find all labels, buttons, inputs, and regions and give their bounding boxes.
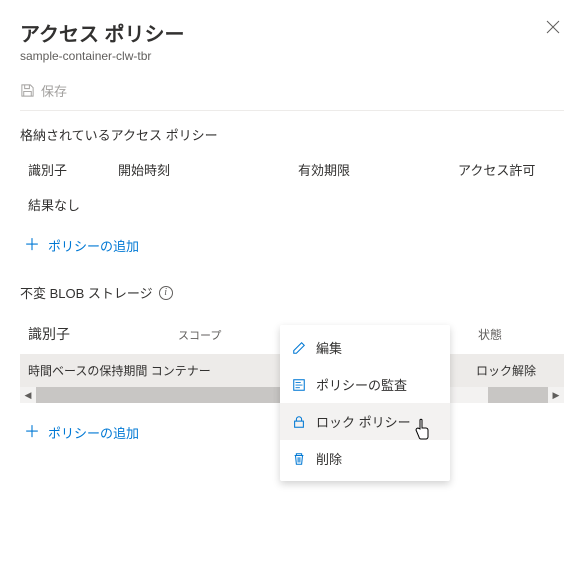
col-start-time: 開始時刻 [118, 160, 298, 179]
stored-policies-columns: 識別子 開始時刻 有効期限 アクセス許可 [20, 154, 564, 185]
context-menu: 編集 ポリシーの監査 ロック ポリシー 削除 [280, 325, 450, 481]
divider [20, 110, 564, 111]
menu-lock[interactable]: ロック ポリシー [280, 403, 450, 440]
immutable-section-text: 不変 BLOB ストレージ [20, 283, 153, 302]
container-name: sample-container-clw-tbr [20, 49, 185, 63]
delete-icon [292, 452, 306, 466]
menu-delete-label: 削除 [316, 449, 342, 468]
scroll-thumb-right[interactable] [488, 387, 548, 403]
menu-edit[interactable]: 編集 [280, 329, 450, 366]
add-immutable-policy-button[interactable]: ＋ ポリシーの追加 [20, 417, 143, 448]
col-identifier-2: 識別子 [28, 324, 178, 344]
edit-icon [292, 341, 306, 355]
immutable-section-label: 不変 BLOB ストレージ i [20, 283, 564, 302]
menu-audit[interactable]: ポリシーの監査 [280, 366, 450, 403]
no-results: 結果なし [20, 185, 564, 230]
add-immutable-policy-label: ポリシーの追加 [48, 423, 139, 442]
col-expiration: 有効期限 [298, 160, 458, 179]
lock-icon [292, 415, 306, 429]
close-button[interactable] [542, 18, 564, 40]
menu-edit-label: 編集 [316, 338, 342, 357]
scroll-left-arrow[interactable]: ◀ [20, 387, 36, 403]
close-icon [546, 20, 560, 34]
menu-delete[interactable]: 削除 [280, 440, 450, 477]
save-icon [20, 83, 35, 98]
col-state: 状態 [478, 326, 556, 343]
save-label: 保存 [41, 81, 67, 100]
add-policy-label: ポリシーの追加 [48, 236, 139, 255]
scroll-thumb[interactable] [36, 387, 286, 403]
col-permissions: アクセス許可 [458, 160, 556, 179]
scroll-right-arrow[interactable]: ▶ [548, 387, 564, 403]
row-identifier: 時間ベースの保持期間 コンテナー [28, 362, 288, 379]
row-state: ロック解除 [476, 362, 556, 379]
save-button[interactable]: 保存 [20, 81, 564, 100]
menu-audit-label: ポリシーの監査 [316, 375, 407, 394]
page-title: アクセス ポリシー [20, 18, 185, 47]
menu-lock-label: ロック ポリシー [316, 412, 411, 431]
audit-icon [292, 378, 306, 392]
info-icon[interactable]: i [159, 286, 173, 300]
stored-policies-label: 格納されているアクセス ポリシー [20, 125, 564, 144]
add-policy-button[interactable]: ＋ ポリシーの追加 [20, 230, 143, 261]
plus-icon: ＋ [24, 425, 40, 441]
plus-icon: ＋ [24, 238, 40, 254]
col-identifier: 識別子 [28, 160, 118, 179]
